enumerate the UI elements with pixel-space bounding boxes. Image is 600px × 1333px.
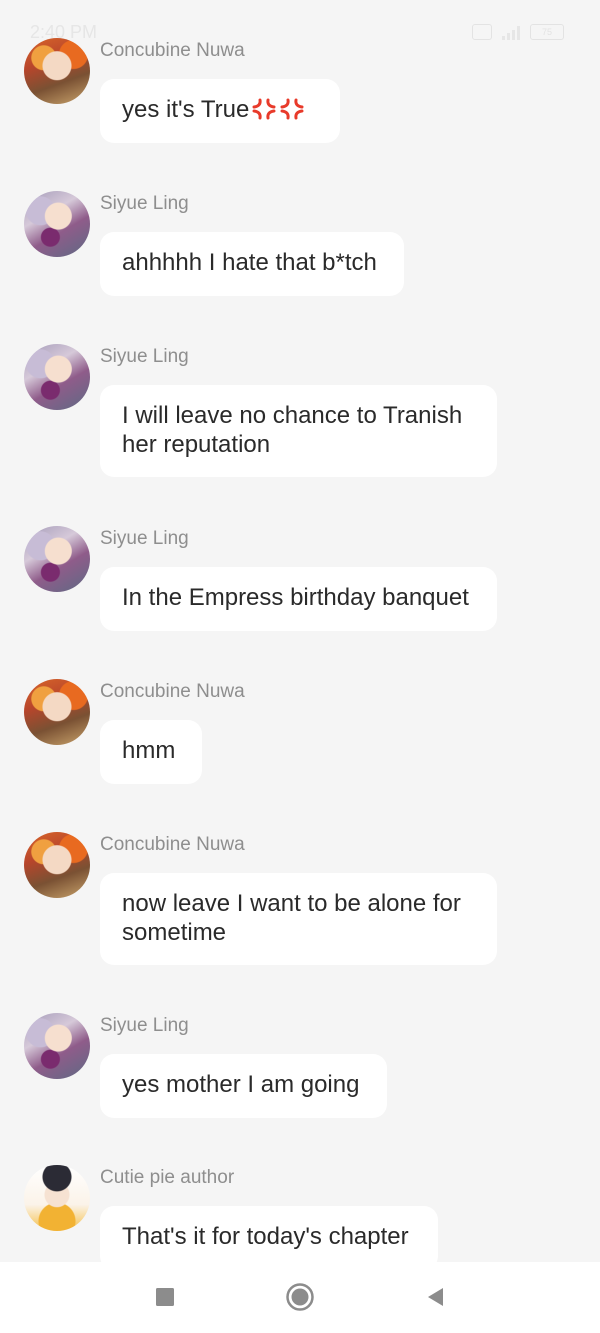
message-text: now leave I want to be alone for sometim… <box>122 890 461 946</box>
avatar[interactable] <box>24 1013 90 1079</box>
avatar[interactable] <box>24 38 90 104</box>
message-bubble[interactable]: In the Empress birthday banquet <box>100 567 497 631</box>
message-bubble[interactable]: yes mother I am going <box>100 1054 387 1118</box>
avatar[interactable] <box>24 526 90 592</box>
avatar[interactable] <box>24 679 90 745</box>
message-text: hmm <box>122 737 176 764</box>
home-button[interactable] <box>285 1282 315 1312</box>
sender-name: Concubine Nuwa <box>100 40 245 61</box>
message-bubble[interactable]: I will leave no chance to Tranish her re… <box>100 385 497 477</box>
anger-symbol-icon <box>280 98 304 120</box>
sender-name: Concubine Nuwa <box>100 681 245 702</box>
sender-name: Cutie pie author <box>100 1167 235 1188</box>
back-icon <box>428 1288 443 1306</box>
message-bubble[interactable]: That's it for today's chapter <box>100 1206 438 1262</box>
avatar[interactable] <box>24 191 90 257</box>
sender-name: Siyue Ling <box>100 193 189 214</box>
chat-list[interactable]: Concubine Nuwa yes it's True Siyue Ling … <box>0 0 600 1262</box>
message-bubble[interactable]: ahhhhh I hate that b*tch <box>100 232 404 296</box>
avatar[interactable] <box>24 832 90 898</box>
home-icon <box>286 1283 314 1311</box>
message-bubble[interactable]: now leave I want to be alone for sometim… <box>100 873 497 965</box>
sender-name: Concubine Nuwa <box>100 834 245 855</box>
recent-apps-button[interactable] <box>150 1282 180 1312</box>
avatar[interactable] <box>24 344 90 410</box>
sender-name: Siyue Ling <box>100 346 189 367</box>
message-text: I will leave no chance to Tranish her re… <box>122 402 463 458</box>
sender-name: Siyue Ling <box>100 1015 189 1036</box>
recent-apps-icon <box>156 1288 174 1306</box>
message-bubble[interactable]: hmm <box>100 720 202 784</box>
message-text: yes mother I am going <box>122 1071 360 1098</box>
back-button[interactable] <box>420 1282 450 1312</box>
message-text: ahhhhh I hate that b*tch <box>122 249 377 276</box>
message-text: yes it's True <box>122 96 250 123</box>
sender-name: Siyue Ling <box>100 528 189 549</box>
message-text: That's it for today's chapter <box>122 1223 409 1250</box>
message-text: In the Empress birthday banquet <box>122 584 469 611</box>
navigation-bar <box>0 1262 600 1333</box>
avatar[interactable] <box>24 1165 90 1231</box>
anger-symbol-icon <box>252 98 276 120</box>
message-bubble[interactable]: yes it's True <box>100 79 340 143</box>
